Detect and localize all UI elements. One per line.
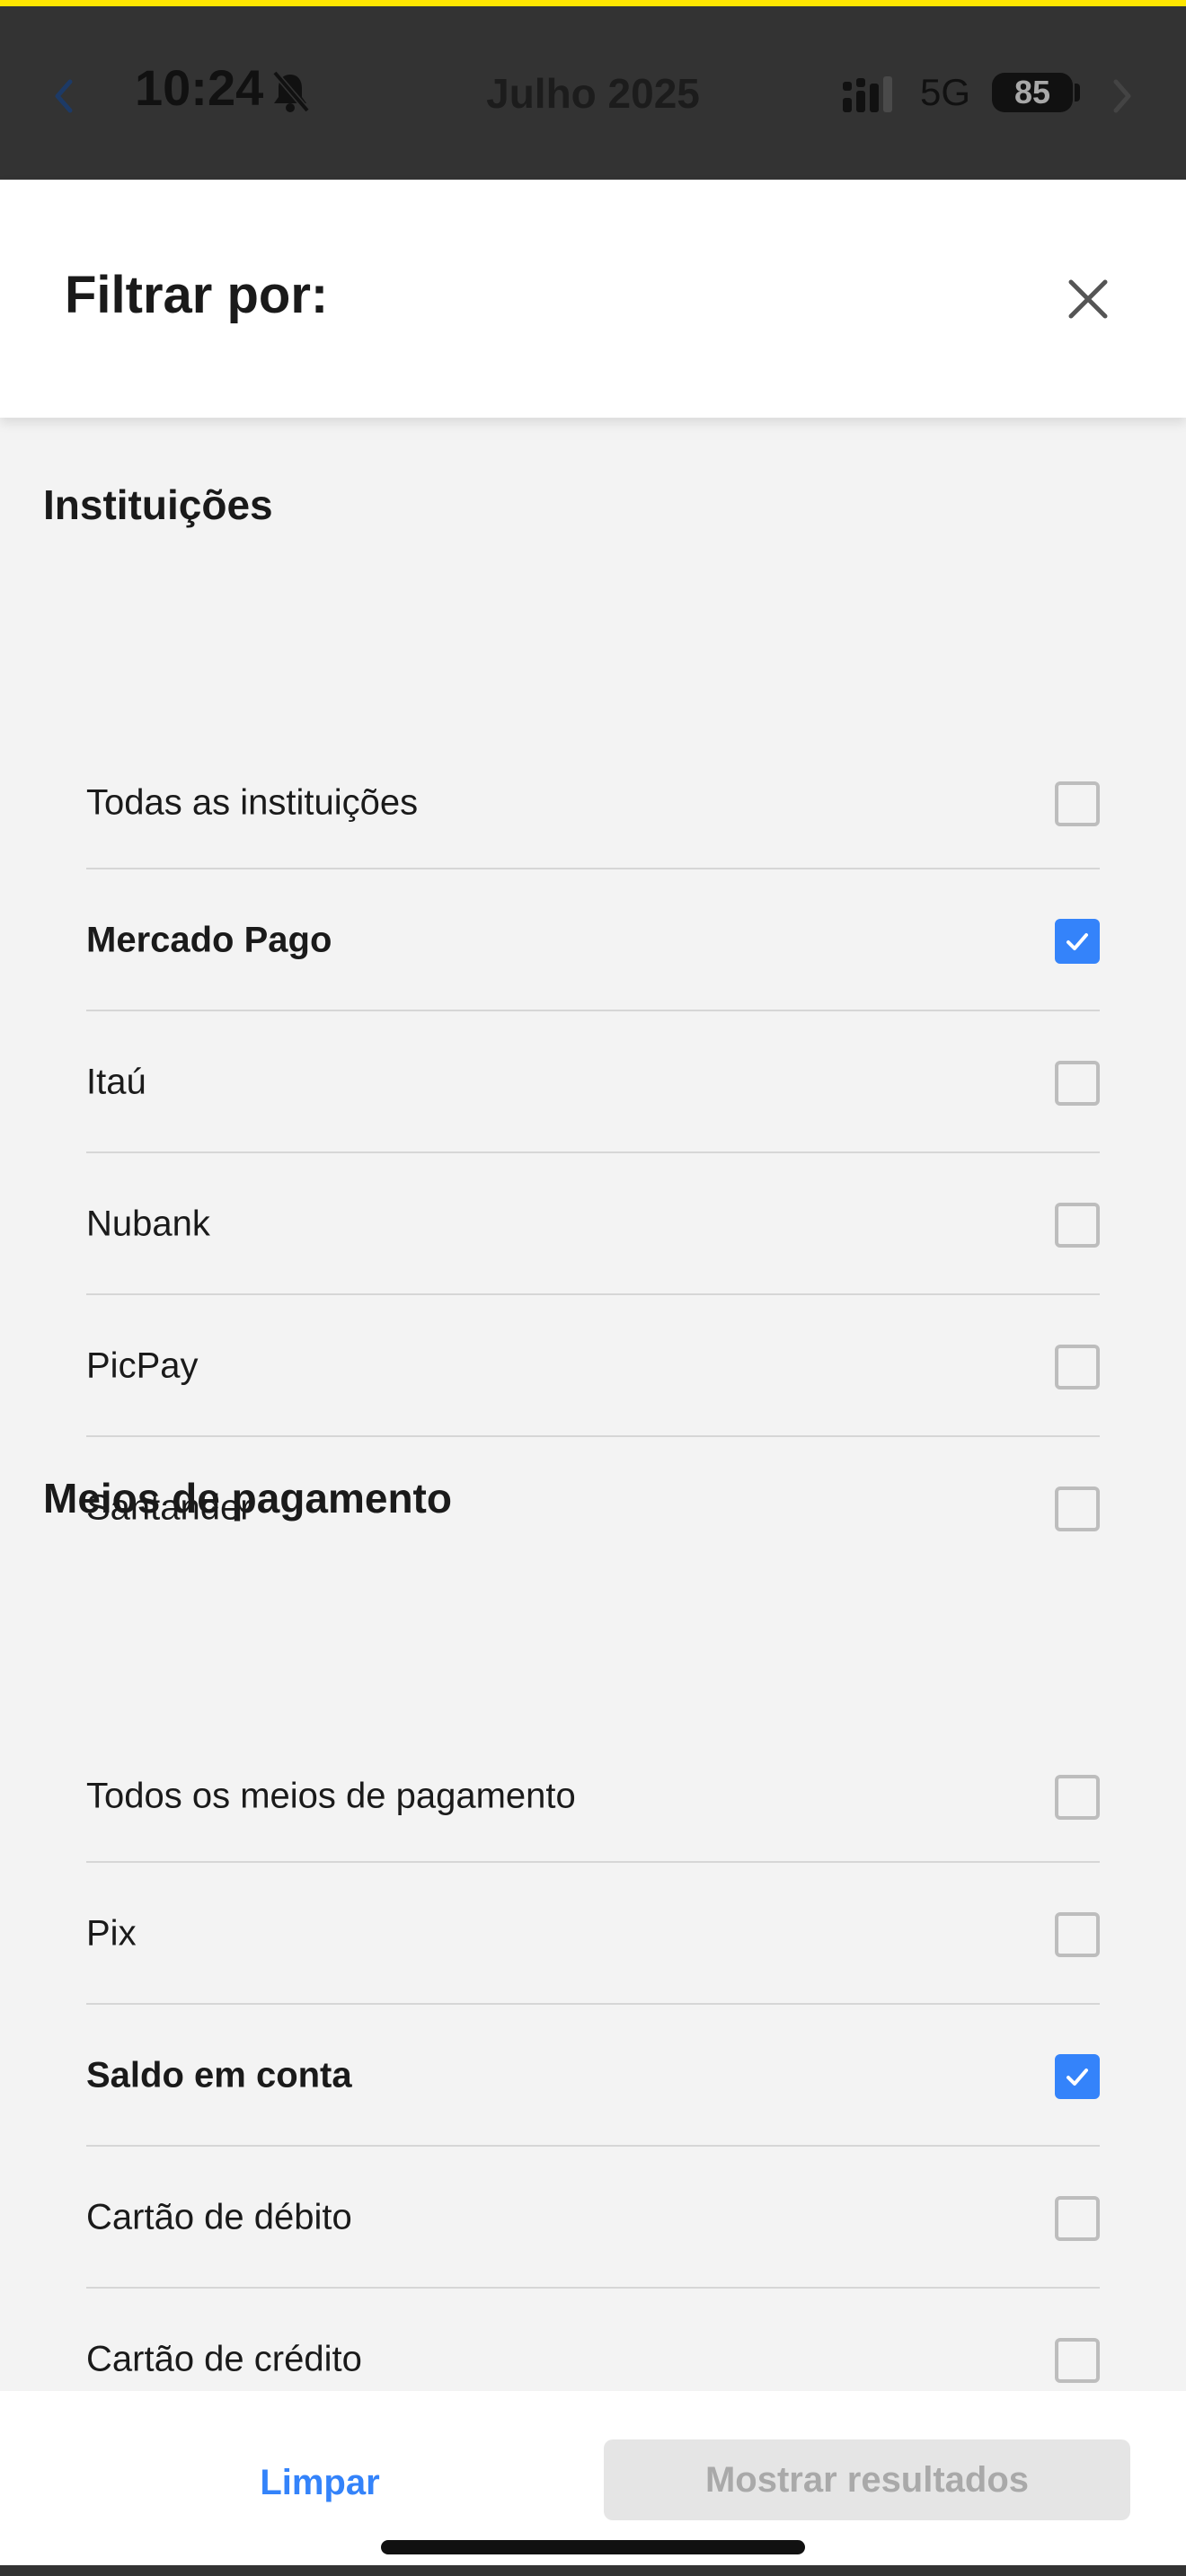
checkbox[interactable]: [1055, 1061, 1100, 1106]
battery-level: 85: [1013, 74, 1051, 110]
filter-option-row[interactable]: Cartão de débito: [86, 2147, 1100, 2289]
checkbox[interactable]: [1055, 1345, 1100, 1389]
sheet-title: Filtrar por:: [65, 266, 329, 324]
filter-option-row[interactable]: Mercado Pago: [86, 869, 1100, 1011]
filter-option-label: Itaú: [86, 1062, 146, 1102]
checkbox[interactable]: [1055, 1912, 1100, 1957]
close-icon[interactable]: [1060, 271, 1116, 327]
filter-option-label: Nubank: [86, 1204, 210, 1244]
filter-option-row[interactable]: Todas as instituições: [86, 737, 1100, 869]
filter-option-label: Saldo em conta: [86, 2055, 352, 2095]
signal-icon: [843, 76, 892, 112]
filter-option-label: Mercado Pago: [86, 920, 332, 960]
filter-option-row[interactable]: PicPay: [86, 1295, 1100, 1437]
checkbox[interactable]: [1055, 781, 1100, 826]
filter-option-label: Todas as instituições: [86, 782, 419, 823]
filter-sheet: Filtrar por: Instituições Todas as insti…: [0, 180, 1186, 2560]
network-type: 5G: [920, 71, 971, 113]
check-icon: [1067, 933, 1088, 950]
filter-option-label: Cartão de débito: [86, 2197, 352, 2237]
filter-option-row[interactable]: Saldo em conta: [86, 2005, 1100, 2147]
sheet-header: Filtrar por:: [0, 180, 1186, 418]
filter-option-row[interactable]: Nubank: [86, 1153, 1100, 1295]
status-bar: 10:24 Julho 2025 5G 85: [0, 6, 1186, 180]
brand-strip: [0, 0, 1186, 6]
filter-option-label: Pix: [86, 1913, 137, 1954]
checkbox[interactable]: [1055, 2054, 1100, 2099]
filter-option-label: Todos os meios de pagamento: [86, 1776, 576, 1816]
checkbox[interactable]: [1055, 2338, 1100, 2383]
checkbox[interactable]: [1055, 1775, 1100, 1820]
checkbox[interactable]: [1055, 919, 1100, 964]
filter-option-label: Cartão de crédito: [86, 2339, 362, 2379]
filter-option-label: PicPay: [86, 1345, 199, 1386]
check-icon: [1067, 2069, 1088, 2086]
battery-nub: [1075, 84, 1080, 101]
checkbox[interactable]: [1055, 1203, 1100, 1248]
checkbox[interactable]: [1055, 1486, 1100, 1531]
filter-option-row[interactable]: Todos os meios de pagamento: [86, 1730, 1100, 1863]
checkbox[interactable]: [1055, 2196, 1100, 2241]
home-indicator: [381, 2540, 805, 2554]
institutions-section-title: Instituições: [43, 481, 273, 528]
payment-methods-section-title: Meios de pagamento: [43, 1475, 452, 1522]
clear-button[interactable]: Limpar: [230, 2439, 410, 2526]
show-results-button[interactable]: Mostrar resultados: [604, 2439, 1130, 2520]
bottom-strip: [0, 2565, 1186, 2576]
battery-icon: 85: [992, 73, 1073, 112]
filter-option-row[interactable]: Itaú: [86, 1011, 1100, 1153]
sheet-footer: Limpar Mostrar resultados: [0, 2391, 1186, 2565]
forward-chevron-icon[interactable]: [1107, 69, 1139, 123]
filter-option-row[interactable]: Pix: [86, 1863, 1100, 2005]
